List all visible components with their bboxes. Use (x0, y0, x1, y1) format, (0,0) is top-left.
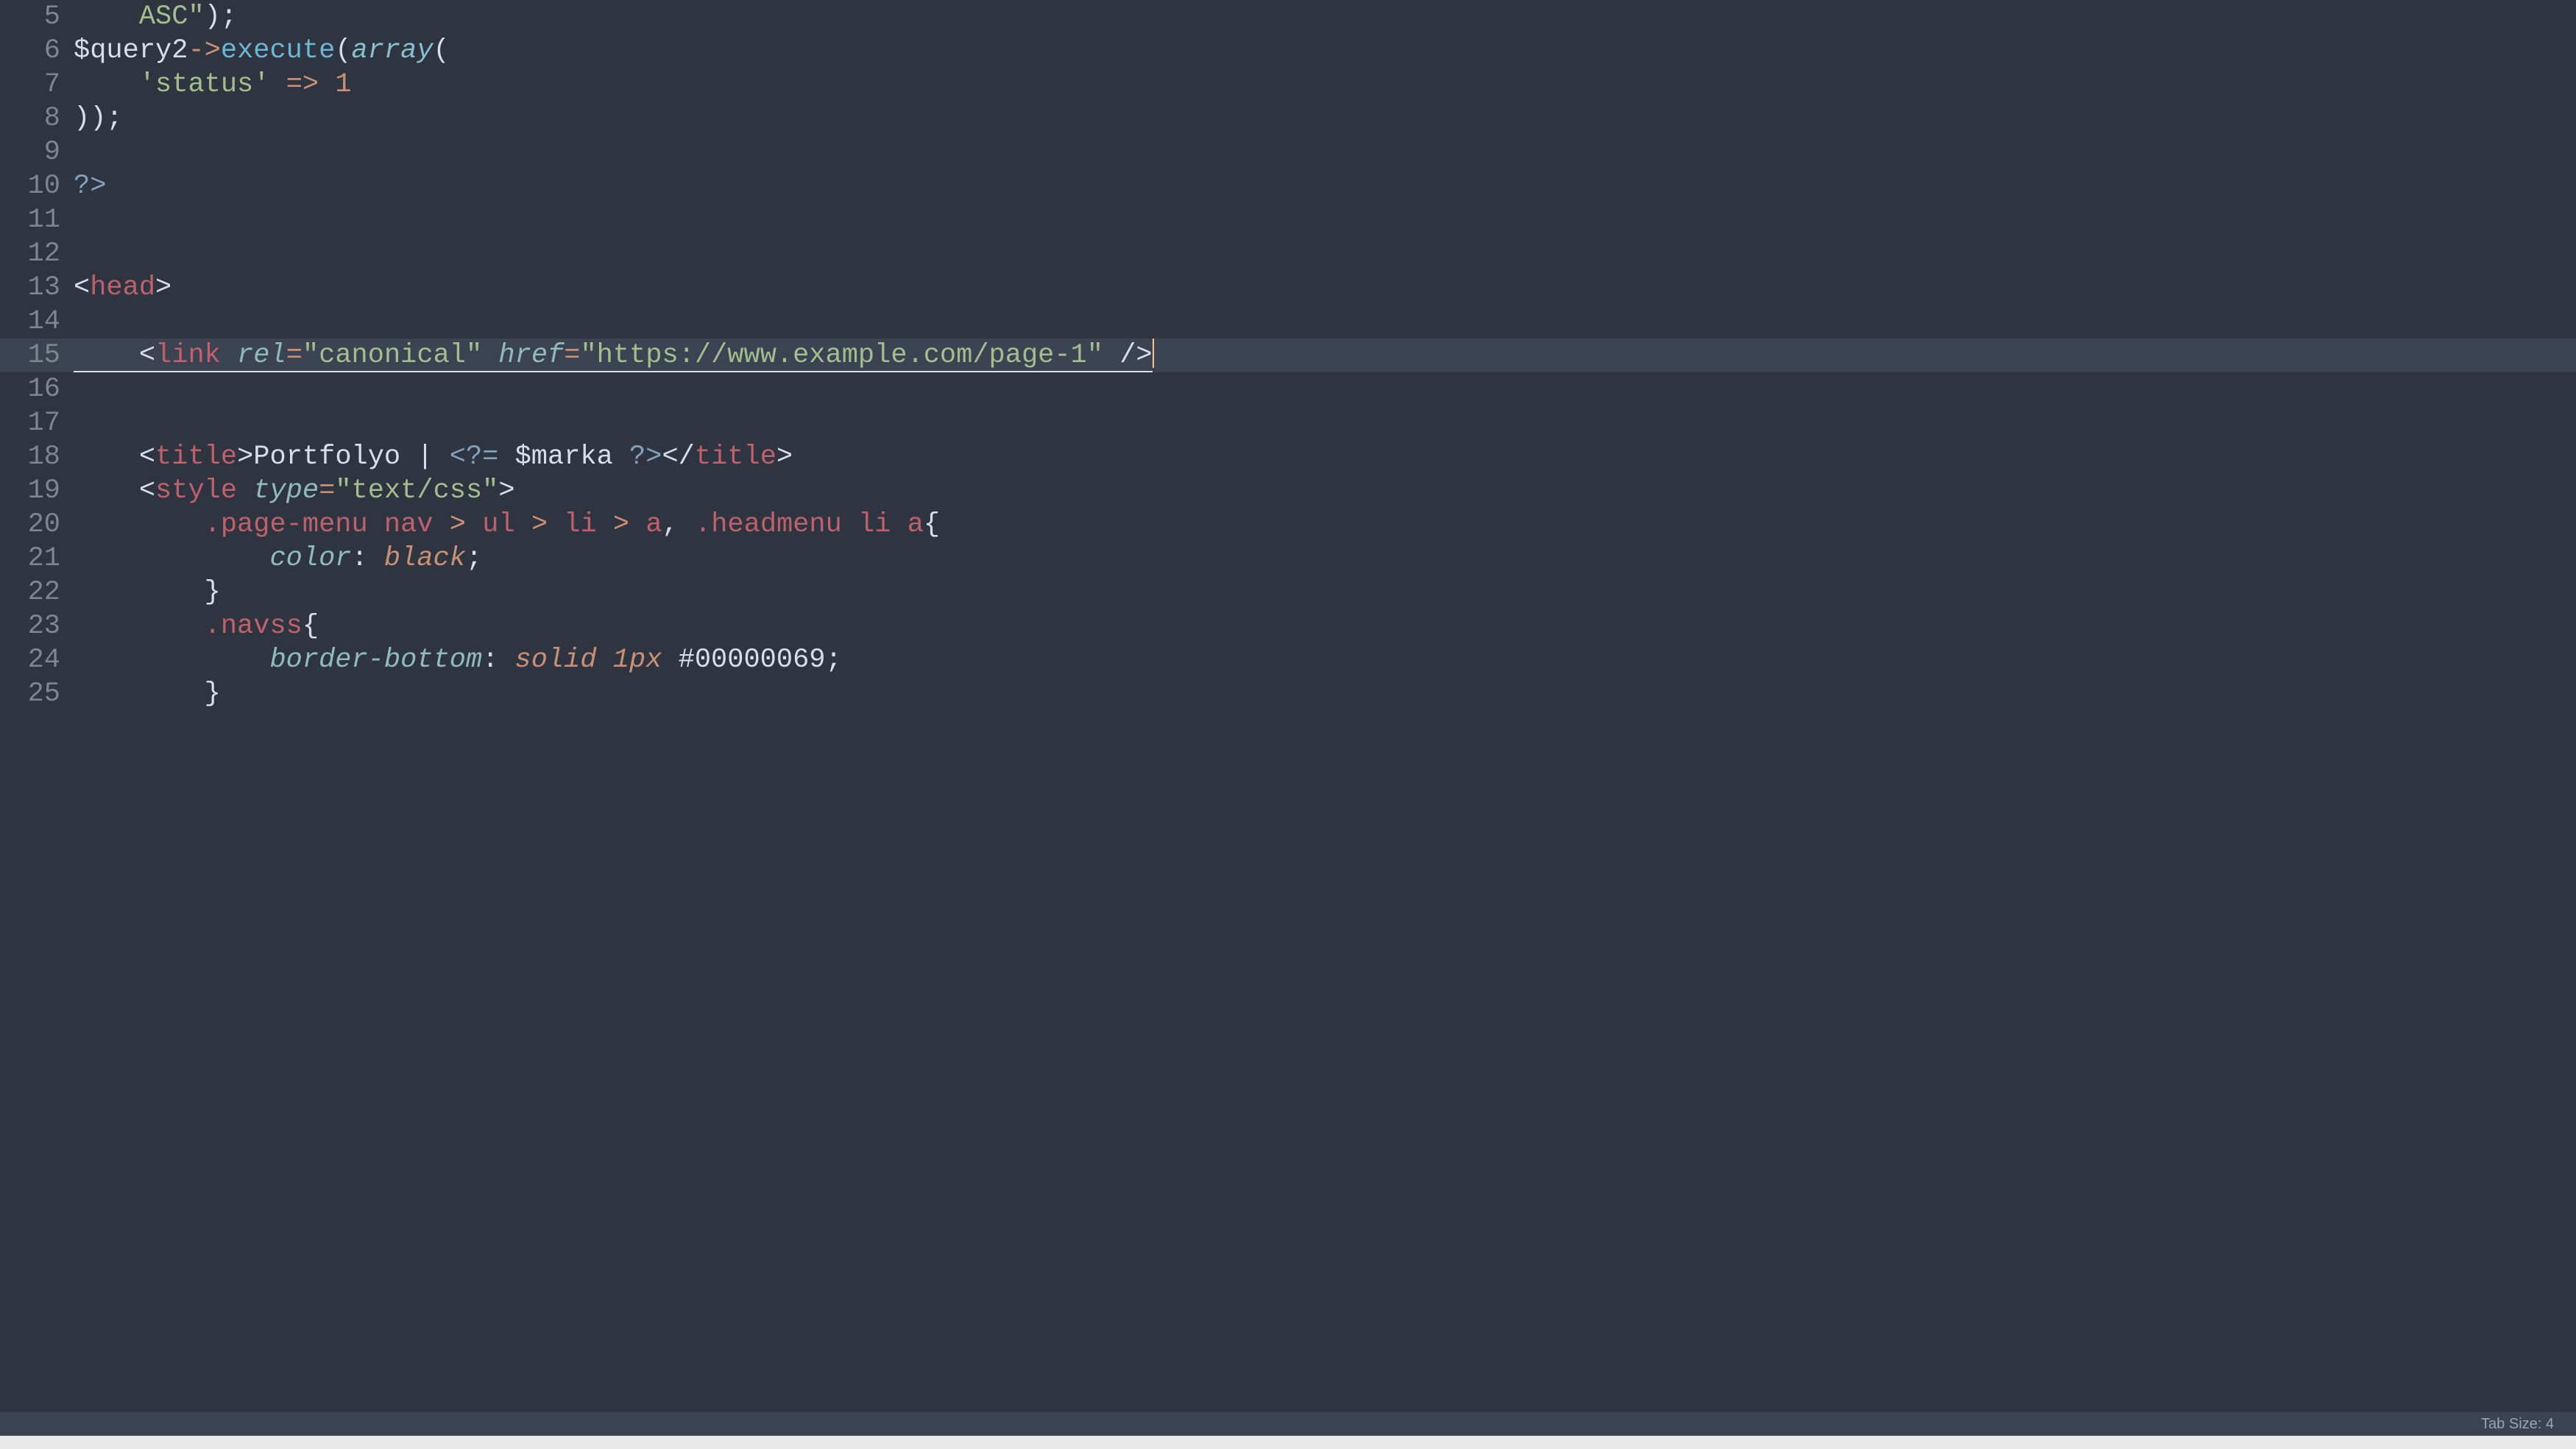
line-number: 14 (0, 305, 74, 339)
line-number: 10 (0, 169, 74, 203)
line-number: 11 (0, 203, 74, 237)
line-number: 18 (0, 440, 74, 474)
code-line[interactable]: 23 .navss{ (0, 609, 2576, 643)
code-content[interactable]: )); (74, 102, 2576, 135)
status-bar: Tab Size: 4 (0, 1412, 2576, 1436)
code-line[interactable]: 24 border-bottom: solid 1px #00000069; (0, 643, 2576, 677)
code-content[interactable]: <head> (74, 271, 2576, 305)
code-content[interactable]: .page-menu nav > ul > li > a, .headmenu … (74, 508, 2576, 542)
line-number: 9 (0, 135, 74, 169)
code-content[interactable]: } (74, 575, 2576, 609)
line-number: 7 (0, 68, 74, 102)
code-content[interactable] (74, 406, 2576, 440)
line-number: 24 (0, 643, 74, 677)
code-line[interactable]: 9 (0, 135, 2576, 169)
code-line[interactable]: 6$query2->execute(array( (0, 34, 2576, 68)
line-number: 17 (0, 406, 74, 440)
line-number: 6 (0, 34, 74, 68)
code-content[interactable] (74, 305, 2576, 339)
code-content[interactable]: <title>Portfolyo | <?= $marka ?></title> (74, 440, 2576, 474)
text-cursor (1153, 339, 1154, 368)
line-number: 8 (0, 102, 74, 135)
code-line[interactable]: 16 (0, 372, 2576, 406)
code-line[interactable]: 25 } (0, 677, 2576, 711)
line-number: 19 (0, 474, 74, 508)
os-taskbar[interactable] (0, 1436, 2576, 1449)
code-line[interactable]: 12 (0, 237, 2576, 271)
code-line[interactable]: 17 (0, 406, 2576, 440)
code-content[interactable]: .navss{ (74, 609, 2576, 643)
code-line[interactable]: 8)); (0, 102, 2576, 135)
code-line[interactable]: 5 ASC"); (0, 0, 2576, 34)
code-line[interactable]: 11 (0, 203, 2576, 237)
code-line[interactable]: 18 <title>Portfolyo | <?= $marka ?></tit… (0, 440, 2576, 474)
code-content[interactable]: } (74, 677, 2576, 711)
code-line[interactable]: 21 color: black; (0, 542, 2576, 575)
line-number: 22 (0, 575, 74, 609)
code-editor[interactable]: 5 ASC");6$query2->execute(array(7 'statu… (0, 0, 2576, 1412)
code-content[interactable]: border-bottom: solid 1px #00000069; (74, 643, 2576, 677)
line-number: 13 (0, 271, 74, 305)
code-line[interactable]: 13<head> (0, 271, 2576, 305)
code-content[interactable]: $query2->execute(array( (74, 34, 2576, 68)
code-line[interactable]: 20 .page-menu nav > ul > li > a, .headme… (0, 508, 2576, 542)
code-line[interactable]: 15 <link rel="canonical" href="https://w… (0, 339, 2576, 372)
tab-size-indicator[interactable]: Tab Size: 4 (2481, 1416, 2554, 1433)
line-number: 21 (0, 542, 74, 575)
code-content[interactable]: color: black; (74, 542, 2576, 575)
code-content[interactable]: ASC"); (74, 0, 2576, 34)
code-content[interactable]: 'status' => 1 (74, 68, 2576, 102)
line-number: 25 (0, 677, 74, 711)
line-number: 12 (0, 237, 74, 271)
code-line[interactable]: 14 (0, 305, 2576, 339)
code-line[interactable]: 22 } (0, 575, 2576, 609)
line-number: 16 (0, 372, 74, 406)
code-line[interactable]: 10?> (0, 169, 2576, 203)
line-number: 5 (0, 0, 74, 34)
code-content[interactable] (74, 135, 2576, 169)
line-number: 23 (0, 609, 74, 643)
code-area[interactable]: 5 ASC");6$query2->execute(array(7 'statu… (0, 0, 2576, 1412)
code-content[interactable] (74, 372, 2576, 406)
code-line[interactable]: 19 <style type="text/css"> (0, 474, 2576, 508)
code-content[interactable] (74, 237, 2576, 271)
code-line[interactable]: 7 'status' => 1 (0, 68, 2576, 102)
line-number: 15 (0, 339, 74, 372)
code-content[interactable]: <link rel="canonical" href="https://www.… (74, 339, 2576, 372)
code-content[interactable]: ?> (74, 169, 2576, 203)
code-content[interactable]: <style type="text/css"> (74, 474, 2576, 508)
code-content[interactable] (74, 203, 2576, 237)
line-number: 20 (0, 508, 74, 542)
